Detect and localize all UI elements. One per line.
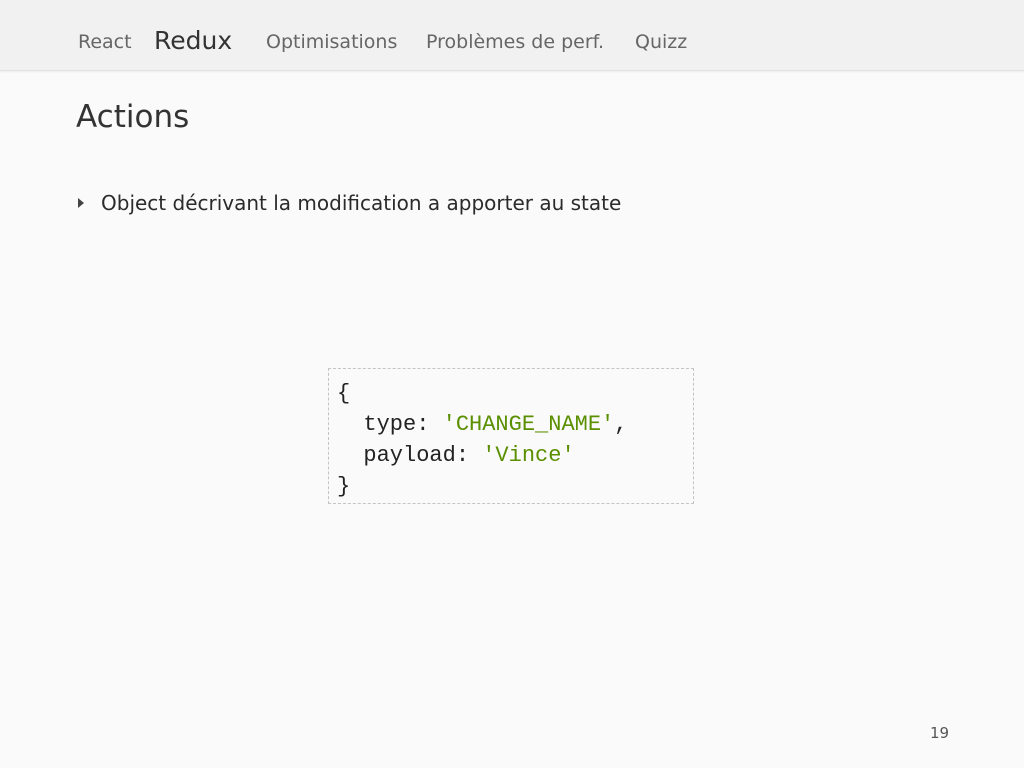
code-close-brace: } xyxy=(337,474,351,499)
code-open-brace: { xyxy=(337,381,351,406)
code-string-vince: 'Vince' xyxy=(482,443,575,468)
nav-item-react[interactable]: React xyxy=(78,30,132,54)
slide-title: Actions xyxy=(76,99,190,135)
code-key-payload: payload xyxy=(363,443,456,468)
nav-item-optimisations[interactable]: Optimisations xyxy=(266,30,397,54)
code-block: { type: 'CHANGE_NAME', payload: 'Vince' … xyxy=(328,368,694,504)
code-text: { type: 'CHANGE_NAME', payload: 'Vince' … xyxy=(337,381,628,499)
nav-item-problemes-de-perf[interactable]: Problèmes de perf. xyxy=(426,30,604,54)
nav-item-quizz[interactable]: Quizz xyxy=(635,30,687,54)
section-navbar: React Redux Optimisations Problèmes de p… xyxy=(0,0,1024,71)
code-key-type: type xyxy=(363,412,417,437)
bullet-text: Object décrivant la modification a appor… xyxy=(101,191,622,215)
triangle-bullet-icon xyxy=(78,198,84,208)
nav-item-redux[interactable]: Redux xyxy=(154,25,232,57)
page-number: 19 xyxy=(930,724,950,742)
code-string-change-name: 'CHANGE_NAME' xyxy=(442,412,615,437)
code-comma: , xyxy=(614,412,628,437)
